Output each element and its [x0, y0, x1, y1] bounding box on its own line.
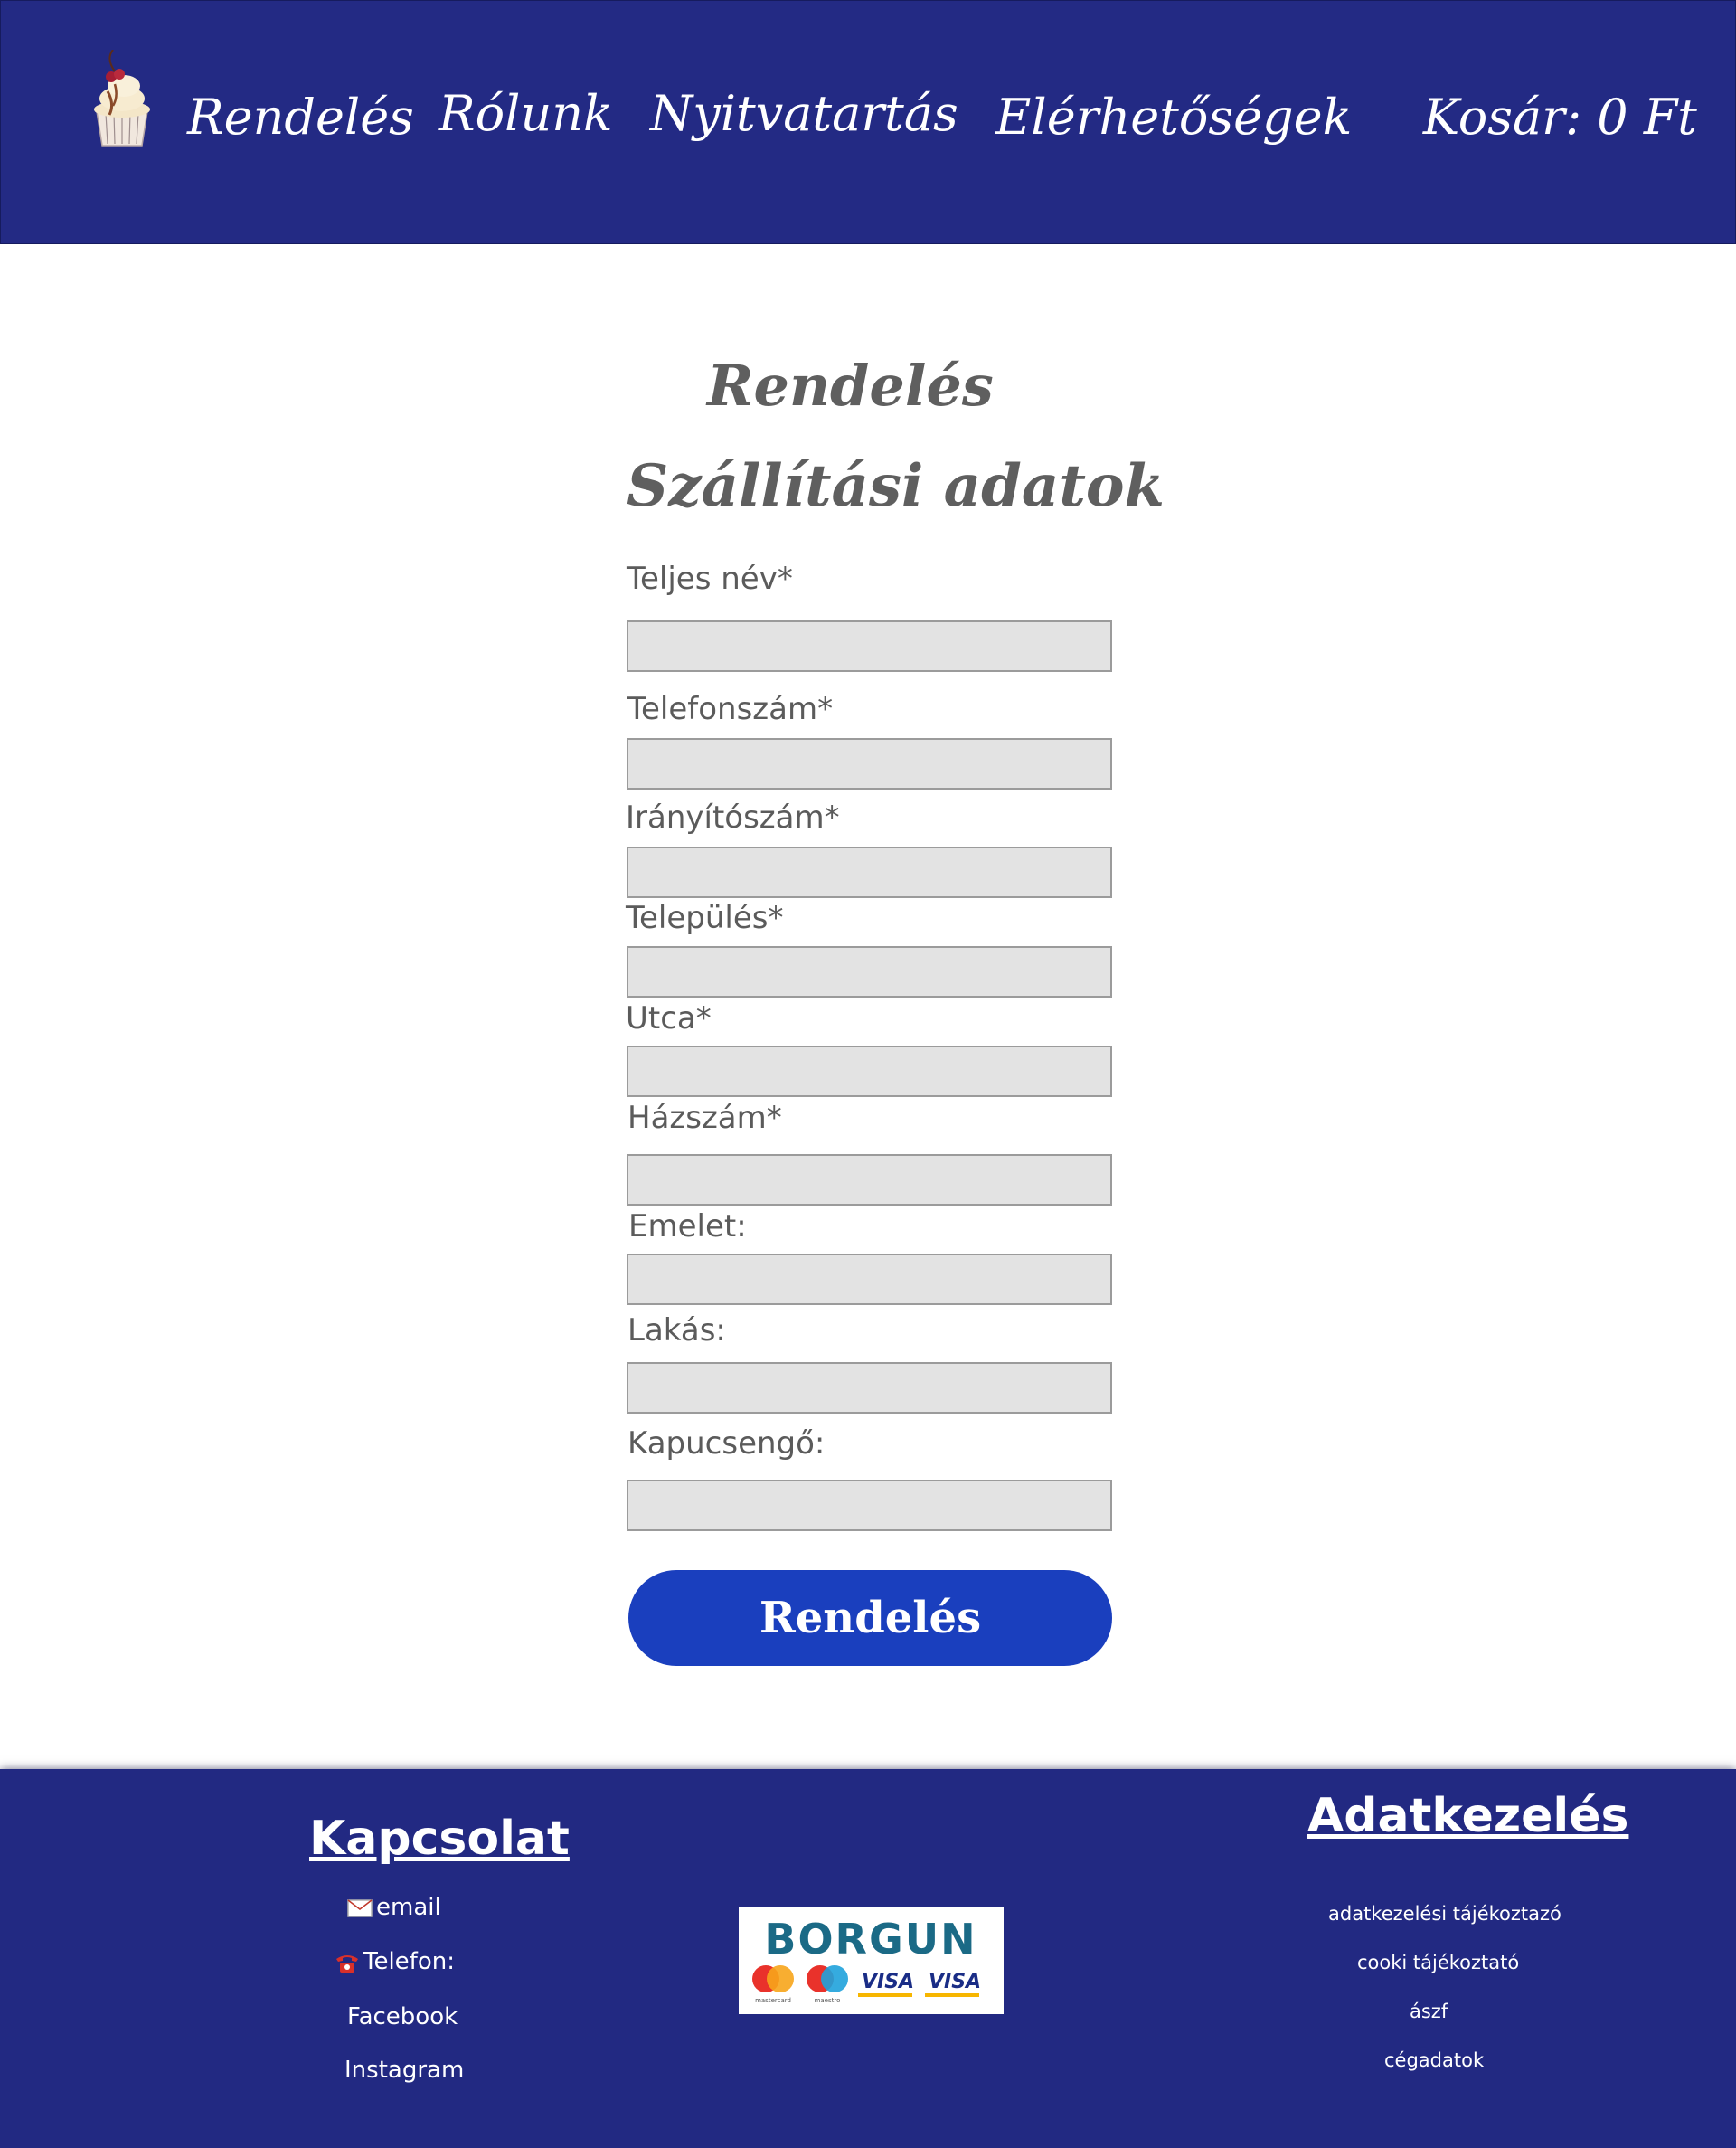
privacy-notice-link[interactable]: adatkezelési tájékoztazó: [1328, 1903, 1561, 1925]
company-data-link[interactable]: cégadatok: [1384, 2049, 1484, 2071]
payment-cards-icon: BORGUN VISA VISA mastercard maestro: [752, 1915, 981, 2004]
visa-mark-1: VISA: [862, 1971, 914, 1993]
nav-order-link[interactable]: Rendelés: [187, 93, 414, 142]
zip-label: Irányítószám*: [626, 800, 840, 836]
doorbell-input[interactable]: [627, 1480, 1112, 1531]
phone-input[interactable]: [627, 738, 1112, 790]
nav-contact-link[interactable]: Elérhetőségek: [995, 93, 1352, 142]
street-label: Utca*: [626, 1000, 712, 1036]
cookie-notice-link[interactable]: cooki tájékoztató: [1357, 1952, 1519, 1973]
email-label: email: [376, 1894, 441, 1921]
apartment-label: Lakás:: [627, 1312, 726, 1348]
terms-link[interactable]: ászf: [1410, 2001, 1448, 2022]
contact-heading[interactable]: Kapcsolat: [309, 1812, 570, 1866]
telephone-icon: [336, 1954, 358, 1973]
instagram-link[interactable]: Instagram: [344, 2057, 464, 2084]
borgun-brand-text: BORGUN: [764, 1915, 976, 1963]
mastercard-mark: mastercard: [755, 1997, 791, 2004]
nav-hours-link[interactable]: Nyitvatartás: [650, 90, 958, 138]
cupcake-logo-icon[interactable]: [88, 50, 156, 147]
street-input[interactable]: [627, 1046, 1112, 1097]
maestro-mark: maestro: [815, 1997, 841, 2004]
nav-about-link[interactable]: Rólunk: [439, 90, 613, 138]
site-header: Rendelés Rólunk Nyitvatartás Elérhetőség…: [0, 0, 1736, 244]
house-number-label: Házszám*: [627, 1100, 782, 1136]
page-title: Rendelés: [707, 353, 994, 419]
phone-label: Telefonszám*: [627, 691, 834, 727]
full-name-label: Teljes név*: [627, 561, 793, 597]
phone-link[interactable]: Telefon:: [335, 1948, 455, 1975]
shipping-section-title: Szállítási adatok: [627, 452, 1165, 520]
full-name-input[interactable]: [627, 620, 1112, 672]
submit-order-button[interactable]: Rendelés: [628, 1570, 1112, 1666]
floor-input[interactable]: [627, 1254, 1112, 1305]
city-input[interactable]: [627, 946, 1112, 998]
site-footer: Kapcsolat email Telefon: Facebook Instag…: [0, 1769, 1736, 2148]
floor-label: Emelet:: [628, 1208, 747, 1244]
city-label: Település*: [626, 900, 784, 936]
zip-input[interactable]: [627, 847, 1112, 898]
cart-link[interactable]: Kosár: 0 Ft: [1423, 93, 1697, 142]
apartment-input[interactable]: [627, 1362, 1112, 1414]
facebook-link[interactable]: Facebook: [347, 2003, 458, 2030]
borgun-payment-logo: BORGUN VISA VISA mastercard maestro: [739, 1907, 1004, 2014]
house-number-input[interactable]: [627, 1154, 1112, 1206]
doorbell-label: Kapucsengő:: [627, 1425, 826, 1462]
privacy-heading[interactable]: Adatkezelés: [1307, 1789, 1628, 1843]
email-link[interactable]: email: [347, 1894, 441, 1921]
visa-mark-2: VISA: [929, 1971, 981, 1993]
envelope-icon: [347, 1898, 373, 1917]
phone-label: Telefon:: [363, 1948, 455, 1975]
